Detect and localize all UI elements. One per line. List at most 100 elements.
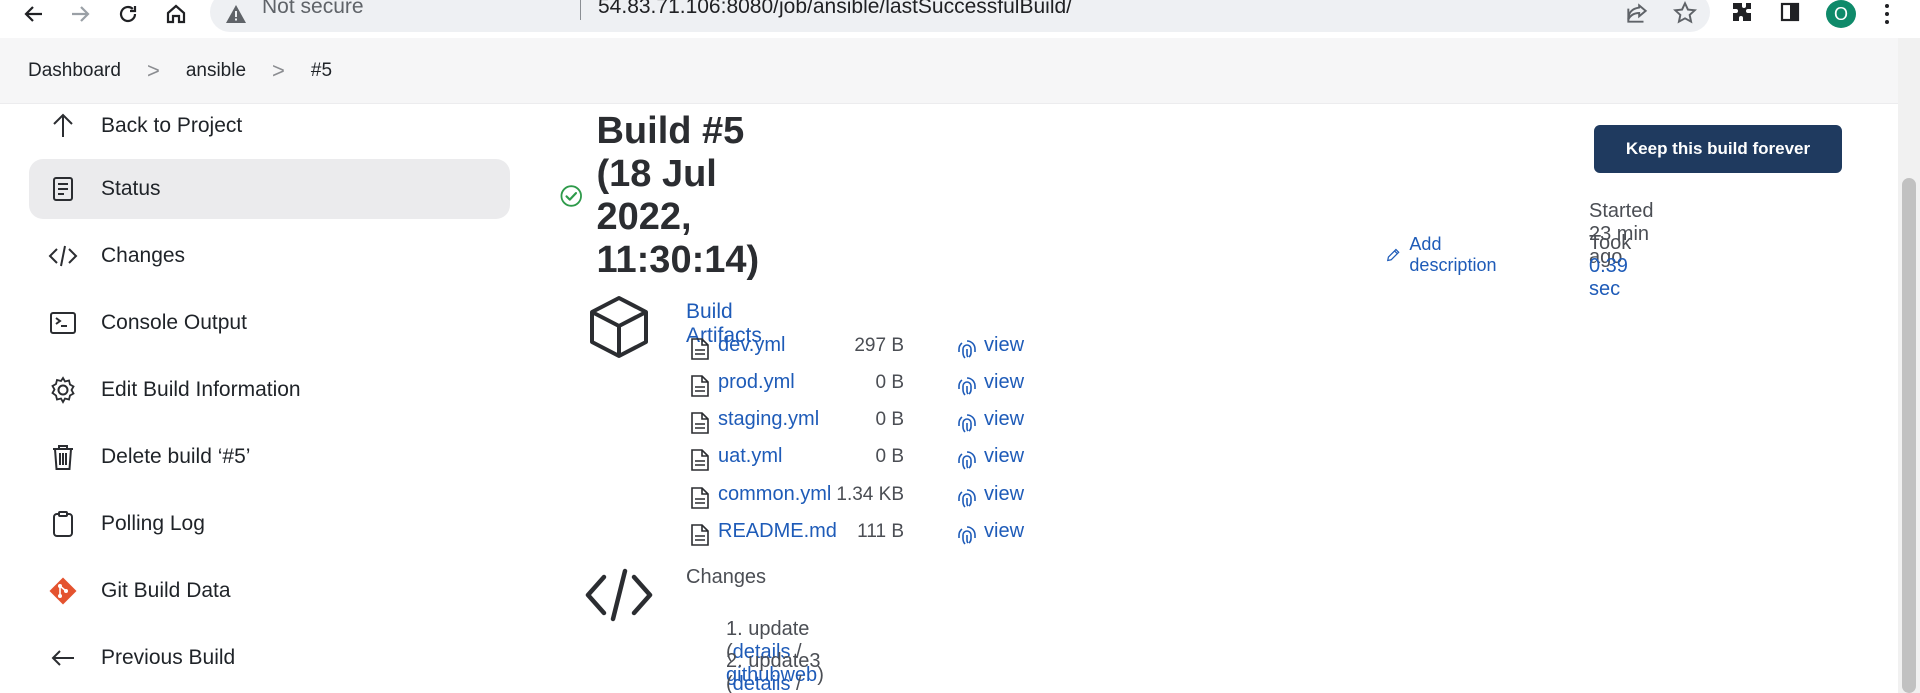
change-message: update3: [748, 650, 821, 672]
file-icon: [691, 449, 709, 471]
git-icon: [47, 575, 79, 607]
change-details-link[interactable]: details: [733, 673, 791, 693]
sidebar-item-console-output[interactable]: Console Output: [29, 293, 510, 353]
artifact-row: dev.yml 297 B view: [690, 333, 1110, 363]
view-fingerprint-link[interactable]: view: [984, 483, 1024, 506]
address-bar[interactable]: Not secure 54.83.71.106:8080/job/ansible…: [210, 0, 1710, 32]
fingerprint-icon[interactable]: [955, 412, 979, 436]
file-icon: [691, 412, 709, 434]
breadcrumb-chevron-icon: >: [272, 57, 285, 83]
breadcrumb-dashboard[interactable]: Dashboard: [28, 60, 121, 82]
sidebar-item-label: Polling Log: [101, 512, 205, 535]
side-panel-icon[interactable]: [1778, 0, 1802, 24]
fingerprint-icon[interactable]: [955, 524, 979, 548]
change-message: update: [748, 618, 810, 640]
add-description-link[interactable]: Add description: [1385, 234, 1502, 276]
back-arrow-icon[interactable]: [16, 0, 52, 28]
build-duration-text: Took 0.39 sec: [1589, 232, 1631, 301]
sidebar-item-delete-build[interactable]: Delete build ‘#5’: [29, 427, 510, 487]
took-label: Took: [1589, 232, 1632, 254]
changes-heading: Changes: [686, 566, 767, 588]
page-title: Build #5 (18 Jul 2022, 11:30:14): [596, 110, 760, 281]
add-description-label: Add description: [1409, 234, 1497, 275]
fingerprint-icon[interactable]: [955, 487, 979, 511]
browser-toolbar: Not secure 54.83.71.106:8080/job/ansible…: [0, 0, 1920, 38]
breadcrumb-chevron-icon: >: [146, 57, 160, 83]
artifact-size: 111 B: [857, 521, 904, 542]
breadcrumb: Dashboard > ansible > #5: [0, 38, 1898, 104]
sidebar-item-label: Edit Build Information: [101, 378, 301, 401]
artifact-size: 0 B: [875, 409, 904, 430]
artifact-row: uat.yml 0 B view: [690, 444, 1110, 474]
code-icon: [585, 568, 653, 622]
sidebar-item-back-to-project[interactable]: Back to Project: [29, 100, 510, 152]
home-icon[interactable]: [158, 0, 194, 28]
sidebar-item-label: Previous Build: [101, 646, 236, 669]
security-label[interactable]: Not secure: [262, 0, 364, 19]
sidebar-item-status[interactable]: Status: [29, 159, 510, 219]
sidebar-item-label: Console Output: [101, 311, 247, 334]
arrow-left-icon: [47, 642, 79, 674]
fingerprint-icon[interactable]: [955, 449, 979, 473]
fingerprint-icon[interactable]: [955, 375, 979, 399]
duration-link[interactable]: 0.39 sec: [1589, 255, 1628, 300]
terminal-icon: [47, 307, 79, 339]
change-list-item: 2. update3 (details / githubweb): [726, 650, 821, 693]
view-fingerprint-link[interactable]: view: [984, 520, 1024, 543]
url-text[interactable]: 54.83.71.106:8080/job/ansible/lastSucces…: [598, 0, 1072, 19]
share-icon[interactable]: [1624, 0, 1650, 26]
warning-icon[interactable]: [224, 2, 248, 26]
build-header: Build #5 (18 Jul 2022, 11:30:14): [560, 110, 799, 282]
change-number: 1.: [726, 618, 743, 640]
sidebar-item-changes[interactable]: Changes: [29, 226, 510, 286]
scrollbar-thumb[interactable]: [1902, 178, 1916, 693]
artifact-name-link[interactable]: uat.yml: [718, 445, 782, 468]
sidebar-item-label: Status: [101, 177, 161, 200]
sidebar-item-git-build-data[interactable]: Git Build Data: [29, 561, 510, 621]
file-icon: [691, 338, 709, 360]
side-panel: Back to Project Status Changes Console O…: [29, 100, 510, 693]
change-number: 2.: [726, 650, 743, 672]
browser-menu-icon[interactable]: [1882, 0, 1892, 28]
page-scrollbar[interactable]: [1898, 38, 1920, 693]
artifact-row: common.yml 1.34 KB view: [690, 482, 1110, 512]
gear-icon: [47, 374, 79, 406]
keep-build-forever-button[interactable]: Keep this build forever: [1594, 125, 1842, 173]
document-icon: [47, 173, 79, 205]
artifact-name-link[interactable]: dev.yml: [718, 334, 785, 357]
view-fingerprint-link[interactable]: view: [984, 408, 1024, 431]
sidebar-item-label: Git Build Data: [101, 579, 231, 602]
fingerprint-icon[interactable]: [955, 338, 979, 362]
breadcrumb-ansible[interactable]: ansible: [186, 60, 246, 82]
artifact-size: 297 B: [854, 335, 904, 356]
bookmark-star-icon[interactable]: [1672, 0, 1698, 26]
sidebar-item-label: Delete build ‘#5’: [101, 445, 251, 468]
file-icon: [691, 487, 709, 509]
sidebar-item-polling-log[interactable]: Polling Log: [29, 494, 510, 554]
artifact-row: staging.yml 0 B view: [690, 407, 1110, 437]
view-fingerprint-link[interactable]: view: [984, 334, 1024, 357]
artifact-name-link[interactable]: prod.yml: [718, 371, 795, 394]
artifact-size: 0 B: [875, 372, 904, 393]
arrow-up-icon: [47, 110, 79, 142]
artifact-row: prod.yml 0 B view: [690, 370, 1110, 400]
sidebar-item-edit-build-information[interactable]: Edit Build Information: [29, 360, 510, 420]
clipboard-icon: [47, 508, 79, 540]
pencil-icon: [1386, 248, 1400, 262]
profile-avatar[interactable]: O: [1826, 0, 1856, 28]
sidebar-item-label: Changes: [101, 244, 186, 267]
omnibox-divider: [580, 0, 581, 20]
package-box-icon: [590, 296, 648, 358]
artifact-row: README.md 111 B view: [690, 519, 1110, 549]
file-icon: [691, 524, 709, 546]
reload-icon[interactable]: [110, 0, 146, 28]
view-fingerprint-link[interactable]: view: [984, 371, 1024, 394]
sidebar-item-previous-build[interactable]: Previous Build: [29, 628, 510, 688]
breadcrumb-build[interactable]: #5: [311, 60, 332, 82]
file-icon: [691, 375, 709, 397]
sidebar-item-label: Back to Project: [101, 114, 243, 137]
extensions-puzzle-icon[interactable]: [1730, 0, 1754, 24]
view-fingerprint-link[interactable]: view: [984, 445, 1024, 468]
forward-arrow-icon[interactable]: [62, 0, 98, 28]
trash-icon: [47, 441, 79, 473]
